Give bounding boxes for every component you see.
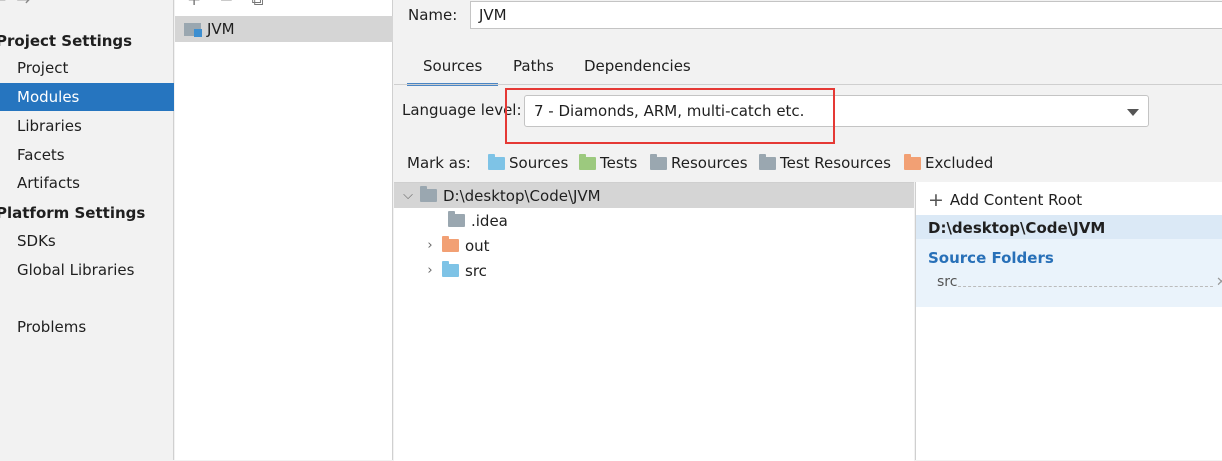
- mark-as-tests-label: Tests: [600, 154, 638, 172]
- modules-toolbar: + − ⧉: [187, 0, 264, 10]
- excluded-folder-icon: [904, 153, 921, 170]
- excluded-folder-icon: [442, 236, 459, 252]
- name-label: Name:: [408, 6, 458, 24]
- tree-root-label: D:\desktop\Code\JVM: [443, 186, 601, 205]
- source-folder-divider: [958, 286, 1213, 287]
- tree-item-label: out: [465, 236, 490, 255]
- folder-icon: [448, 211, 465, 227]
- mark-as-resources-button[interactable]: Resources: [650, 153, 748, 172]
- mark-as-excluded-button[interactable]: Excluded: [904, 153, 994, 172]
- add-content-root-label: Add Content Root: [949, 191, 1083, 209]
- source-folders-heading: Source Folders: [928, 249, 1054, 267]
- mark-as-sources-button[interactable]: Sources: [488, 153, 569, 172]
- remove-source-folder-icon[interactable]: ✕: [1216, 275, 1222, 290]
- tabs-divider: [394, 84, 1222, 85]
- test-resources-folder-icon: [759, 153, 776, 170]
- sources-folder-icon: [488, 153, 505, 170]
- source-folder-icon: [442, 261, 459, 277]
- tree-item-src[interactable]: › src: [424, 258, 487, 283]
- sidebar-item-project[interactable]: Project: [0, 54, 174, 82]
- content-root-card: D:\desktop\Code\JVM Source Folders src ✕: [916, 215, 1222, 307]
- sidebar-item-modules[interactable]: Modules: [0, 83, 174, 111]
- modules-list-panel: + − ⧉ JVM: [175, 0, 393, 460]
- project-settings-heading: Project Settings: [0, 32, 133, 50]
- nav-history-buttons: ← →: [0, 0, 31, 10]
- plus-icon: +: [928, 188, 944, 211]
- mark-as-test-resources-button[interactable]: Test Resources: [759, 153, 891, 172]
- mark-as-label: Mark as:: [407, 154, 471, 172]
- resources-folder-icon: [650, 153, 667, 170]
- dropdown-arrow-icon[interactable]: [1127, 109, 1139, 116]
- mark-as-tests-button[interactable]: Tests: [579, 153, 638, 172]
- tree-root-row[interactable]: ⌵ D:\desktop\Code\JVM: [394, 183, 914, 208]
- source-folder-entry[interactable]: src: [937, 274, 957, 290]
- tab-sources[interactable]: Sources: [407, 57, 499, 86]
- tab-dependencies[interactable]: Dependencies: [584, 57, 691, 83]
- mark-as-sources-label: Sources: [509, 154, 569, 172]
- chevron-right-icon[interactable]: ›: [424, 263, 436, 278]
- content-root-path: D:\desktop\Code\JVM: [928, 219, 1106, 237]
- remove-icon[interactable]: −: [219, 0, 233, 10]
- language-level-label: Language level:: [402, 101, 522, 119]
- add-icon[interactable]: +: [187, 0, 201, 10]
- forward-arrow-icon[interactable]: →: [16, 0, 30, 10]
- copy-icon[interactable]: ⧉: [252, 0, 264, 10]
- chevron-right-icon[interactable]: ›: [424, 238, 436, 253]
- red-highlight-box: [505, 88, 835, 144]
- tree-item-label: .idea: [471, 211, 508, 230]
- add-content-root-button[interactable]: + Add Content Root: [928, 188, 1083, 211]
- sidebar-item-problems[interactable]: Problems: [0, 313, 174, 341]
- sidebar-item-libraries[interactable]: Libraries: [0, 112, 174, 140]
- mark-as-excluded-label: Excluded: [925, 154, 994, 172]
- tree-item-out[interactable]: › out: [424, 233, 490, 258]
- tree-item-label: src: [465, 261, 487, 280]
- back-arrow-icon[interactable]: ←: [0, 0, 6, 10]
- module-list-item[interactable]: JVM: [175, 16, 393, 42]
- tree-item-idea[interactable]: .idea: [448, 208, 508, 233]
- content-root-panel: + Add Content Root D:\desktop\Code\JVM S…: [915, 182, 1222, 460]
- tab-paths[interactable]: Paths: [513, 57, 554, 83]
- module-detail-pane: Name: JVM Sources Paths Dependencies Lan…: [394, 0, 1222, 461]
- module-folder-icon: [184, 22, 202, 37]
- settings-sidebar: ← → Project Settings Project Modules Lib…: [0, 0, 174, 460]
- module-name-input[interactable]: JVM: [470, 1, 1222, 29]
- mark-as-resources-label: Resources: [671, 154, 748, 172]
- sidebar-item-artifacts[interactable]: Artifacts: [0, 169, 174, 197]
- folder-icon: [420, 186, 437, 202]
- sidebar-item-facets[interactable]: Facets: [0, 141, 174, 169]
- mark-as-test-resources-label: Test Resources: [780, 154, 891, 172]
- sidebar-item-global-libraries[interactable]: Global Libraries: [0, 256, 174, 284]
- content-root-tree: ⌵ D:\desktop\Code\JVM .idea › out › src: [394, 182, 914, 461]
- tests-folder-icon: [579, 153, 596, 170]
- platform-settings-heading: Platform Settings: [0, 204, 146, 222]
- sidebar-item-sdks[interactable]: SDKs: [0, 227, 174, 255]
- chevron-down-icon[interactable]: ⌵: [402, 188, 414, 203]
- module-name: JVM: [207, 20, 235, 38]
